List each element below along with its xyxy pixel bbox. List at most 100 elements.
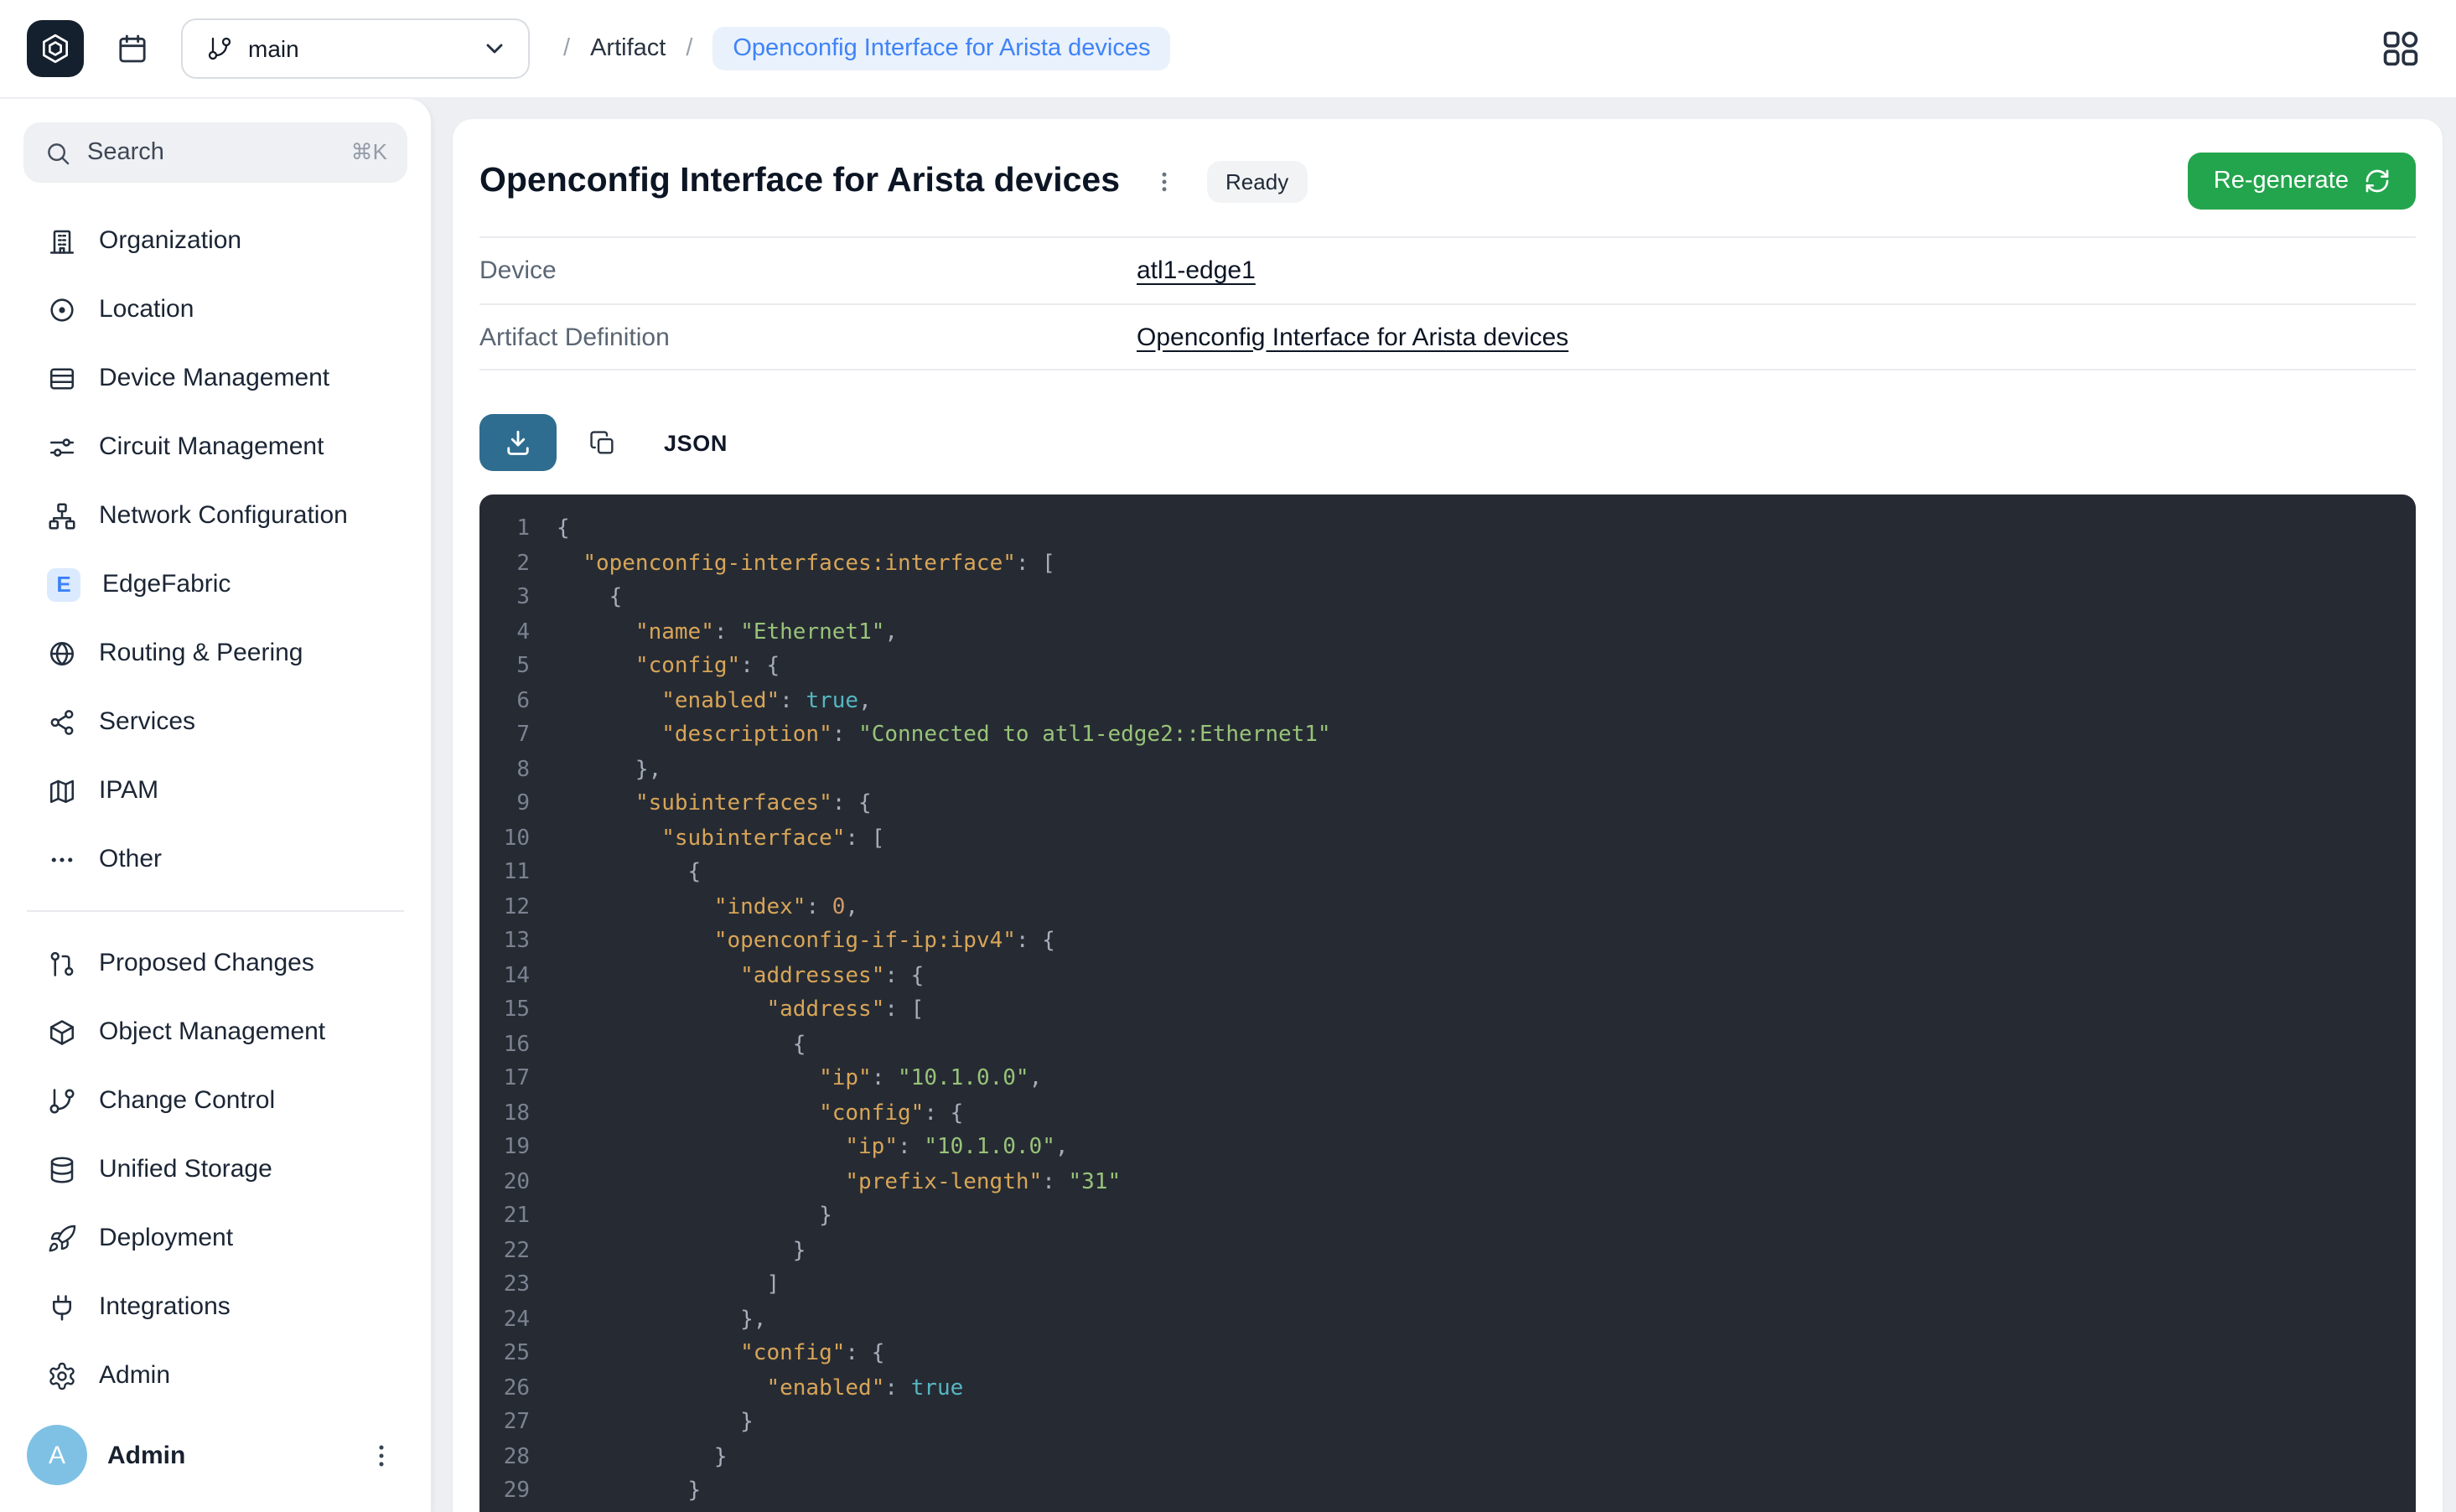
branch-selector-label[interactable]: main [183, 35, 461, 62]
code-text: "openconfig-interfaces:interface": [ [557, 547, 1055, 582]
code-text: }, [557, 1303, 766, 1338]
breadcrumb-current[interactable]: Openconfig Interface for Arista devices [712, 27, 1170, 70]
circuit-management-icon [47, 432, 77, 462]
code-text: "index": 0, [557, 891, 858, 925]
sidebar-item-network-configuration[interactable]: Network Configuration [23, 481, 407, 550]
code-line: 24 }, [479, 1303, 2416, 1338]
code-text: } [557, 1200, 832, 1235]
app-logo[interactable] [27, 20, 84, 77]
line-number: 3 [479, 582, 557, 616]
branch-name: main [248, 35, 299, 62]
line-number: 21 [479, 1200, 557, 1235]
code-line: 25 "config": { [479, 1338, 2416, 1372]
copy-icon [588, 428, 616, 457]
sidebar-item-ipam[interactable]: IPAM [23, 756, 407, 825]
line-number: 13 [479, 925, 557, 960]
code-viewer: 1{2 "openconfig-interfaces:interface": [… [479, 495, 2416, 1512]
code-text: "subinterface": [ [557, 822, 884, 857]
search-input[interactable]: Search ⌘K [23, 122, 407, 183]
sidebar-divider [27, 910, 404, 912]
app-root: main / Artifact / Openconfig Interface f… [0, 0, 2456, 1512]
sidebar-item-admin[interactable]: Admin [23, 1341, 407, 1410]
code-text: "config": { [557, 1338, 884, 1372]
code-line: 28 } [479, 1441, 2416, 1475]
line-number: 29 [479, 1475, 557, 1509]
sidebar-item-organization[interactable]: Organization [23, 206, 407, 275]
line-number: 22 [479, 1235, 557, 1269]
code-text: { [557, 857, 701, 891]
sidebar-item-circuit-management[interactable]: Circuit Management [23, 412, 407, 481]
line-number: 25 [479, 1338, 557, 1372]
sidebar-item-services[interactable]: Services [23, 687, 407, 756]
refresh-icon [2364, 168, 2391, 194]
line-number: 19 [479, 1131, 557, 1166]
sidebar-item-edgefabric[interactable]: E EdgeFabric [23, 550, 407, 619]
breadcrumb-section[interactable]: Artifact [590, 35, 666, 62]
code-line: 19 "ip": "10.1.0.0", [479, 1131, 2416, 1166]
top-bar: main / Artifact / Openconfig Interface f… [0, 0, 2456, 99]
code-text: "enabled": true [557, 1372, 963, 1406]
change-control-icon [47, 1085, 77, 1116]
sidebar-item-location[interactable]: Location [23, 275, 407, 344]
download-button[interactable] [479, 414, 557, 471]
regenerate-label: Re-generate [2214, 168, 2349, 194]
code-text: "address": [ [557, 994, 924, 1028]
code-line: 5 "config": { [479, 650, 2416, 685]
git-branch-icon [206, 35, 233, 62]
code-text: "config": { [557, 1097, 963, 1131]
calendar-button[interactable] [104, 20, 161, 77]
avatar[interactable]: A [27, 1425, 87, 1485]
user-menu-button[interactable] [357, 1432, 404, 1478]
detail-label: Device [479, 256, 1137, 285]
sidebar-nav-primary: Organization Location Device Management [23, 206, 407, 893]
ipam-icon [47, 775, 77, 805]
chevron-down-icon [481, 35, 508, 62]
code-text: "description": "Connected to atl1-edge2:… [557, 719, 1331, 753]
main-panel: Openconfig Interface for Arista devices … [453, 119, 2443, 1512]
line-number: 15 [479, 994, 557, 1028]
code-text: } [557, 1406, 754, 1441]
sidebar-item-deployment[interactable]: Deployment [23, 1204, 407, 1272]
integrations-icon [47, 1292, 77, 1322]
code-line: 27 } [479, 1406, 2416, 1441]
code-line: 11 { [479, 857, 2416, 891]
edgefabric-icon: E [47, 567, 80, 601]
sidebar-item-object-management[interactable]: Object Management [23, 997, 407, 1066]
code-toolbar: JSON [479, 414, 2416, 471]
sidebar-item-proposed-changes[interactable]: Proposed Changes [23, 929, 407, 997]
sidebar-item-change-control[interactable]: Change Control [23, 1066, 407, 1135]
sidebar-item-label: EdgeFabric [102, 570, 231, 598]
code-line: 15 "address": [ [479, 994, 2416, 1028]
search-icon [44, 138, 72, 167]
code-text: { [557, 513, 570, 547]
line-number: 10 [479, 822, 557, 857]
sidebar-item-device-management[interactable]: Device Management [23, 344, 407, 412]
sidebar: Search ⌘K Organization Location [0, 99, 433, 1512]
services-icon [47, 707, 77, 737]
branch-caret[interactable] [461, 35, 528, 62]
hexagon-logo-icon [39, 32, 72, 65]
line-number: 8 [479, 753, 557, 788]
sidebar-item-other[interactable]: Other [23, 825, 407, 893]
copy-button[interactable] [573, 414, 630, 471]
format-json-button[interactable]: JSON [647, 417, 744, 469]
device-link[interactable]: atl1-edge1 [1137, 256, 1256, 285]
unified-storage-icon [47, 1154, 77, 1184]
other-icon [47, 844, 77, 874]
title-menu-button[interactable] [1143, 161, 1184, 201]
sidebar-item-routing-peering[interactable]: Routing & Peering [23, 619, 407, 687]
branch-selector[interactable]: main [181, 18, 530, 79]
line-number: 2 [479, 547, 557, 582]
regenerate-button[interactable]: Re-generate [2189, 153, 2416, 210]
code-text: "openconfig-if-ip:ipv4": { [557, 925, 1055, 960]
sidebar-item-unified-storage[interactable]: Unified Storage [23, 1135, 407, 1204]
sidebar-item-integrations[interactable]: Integrations [23, 1272, 407, 1341]
network-configuration-icon [47, 500, 77, 531]
artifact-definition-link[interactable]: Openconfig Interface for Arista devices [1137, 323, 1568, 351]
sidebar-item-label: Unified Storage [99, 1155, 272, 1183]
sidebar-nav-secondary: Proposed Changes Object Management Chang… [23, 929, 407, 1410]
apps-grid-button[interactable] [2372, 20, 2429, 77]
code-text: }, [557, 753, 661, 788]
device-management-icon [47, 363, 77, 393]
details-table: Device atl1-edge1 Artifact Definition Op… [479, 236, 2416, 370]
